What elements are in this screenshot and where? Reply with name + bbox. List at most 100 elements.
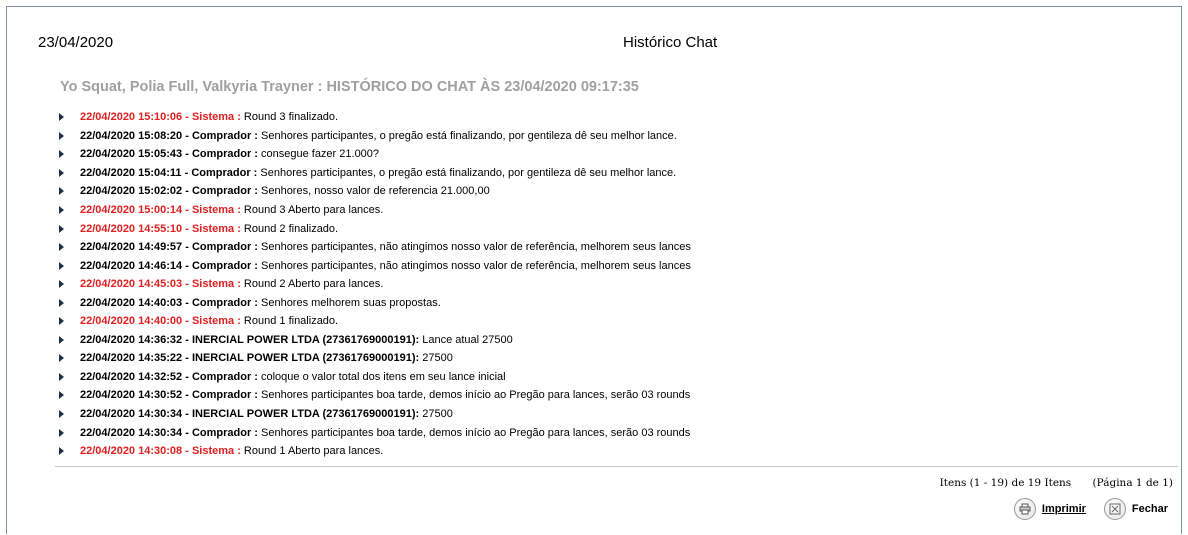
printer-icon xyxy=(1013,498,1036,520)
author-colon: : xyxy=(250,166,261,179)
chat-message: 22/04/2020 14:36:32 - INERCIAL POWER LTD… xyxy=(58,331,691,350)
bullet-arrow-icon xyxy=(59,206,64,214)
message-text: Senhores participantes, o pregão está fi… xyxy=(260,166,677,179)
bullet-arrow-icon xyxy=(59,447,64,456)
separator-dash: - xyxy=(181,166,192,179)
bullet-arrow-icon xyxy=(59,391,64,400)
separator-dash: - xyxy=(182,222,192,235)
message-timestamp: 22/04/2020 14:30:52 xyxy=(80,389,183,402)
author-colon: : xyxy=(251,426,261,439)
message-text: Senhores melhorem suas propostas. xyxy=(261,296,441,309)
message-timestamp: 22/04/2020 14:49:57 xyxy=(80,241,183,254)
chat-message: 22/04/2020 14:30:08 - Sistema : Round 1 … xyxy=(58,442,691,461)
message-text: 27500 xyxy=(422,352,453,365)
message-timestamp: 22/04/2020 14:45:03 xyxy=(80,278,183,291)
separator-dash: - xyxy=(182,185,192,198)
separator-dash: - xyxy=(182,445,192,458)
message-timestamp: 22/04/2020 15:08:20 xyxy=(80,129,183,142)
author-colon: : xyxy=(234,204,244,216)
message-author: Comprador xyxy=(191,185,252,198)
author-colon: : xyxy=(415,408,423,421)
print-button[interactable]: Imprimir xyxy=(1013,498,1086,520)
author-colon: : xyxy=(234,111,244,124)
message-timestamp: 22/04/2020 14:30:34 xyxy=(80,408,183,421)
author-colon: : xyxy=(234,445,244,458)
message-author: Comprador xyxy=(191,370,252,383)
message-timestamp: 22/04/2020 14:40:00 xyxy=(80,315,183,328)
separator-dash: - xyxy=(182,315,192,328)
message-author: Comprador xyxy=(191,148,252,161)
chat-message: 22/04/2020 14:49:57 - Comprador : Senhor… xyxy=(58,238,691,257)
author-colon: : xyxy=(251,129,261,142)
message-text: Round 2 Aberto para lances. xyxy=(243,278,384,291)
message-author: Sistema xyxy=(191,278,235,291)
message-text: consegue fazer 21.000? xyxy=(261,148,380,161)
bullet-arrow-icon xyxy=(59,317,64,326)
chat-message: 22/04/2020 14:30:34 - Comprador : Senhor… xyxy=(58,423,691,442)
separator-dash: - xyxy=(182,333,192,346)
chat-message: 22/04/2020 14:30:34 - INERCIAL POWER LTD… xyxy=(58,405,691,424)
bullet-arrow-icon xyxy=(59,224,64,233)
message-text: Senhores participantes, não atingimos no… xyxy=(261,259,691,272)
message-author: Comprador xyxy=(191,166,251,179)
separator-dash: - xyxy=(182,129,192,142)
message-text: Round 1 finalizado. xyxy=(243,315,339,328)
message-text: Senhores participantes, o pregão está fi… xyxy=(261,129,677,142)
separator-dash: - xyxy=(182,408,192,421)
chat-message-list: 22/04/2020 15:10:06 - Sistema : Round 3 … xyxy=(58,108,691,460)
separator-dash: - xyxy=(182,148,192,161)
separator-dash: - xyxy=(182,241,192,254)
item-count: Itens (1 - 19) de 19 Itens xyxy=(939,477,1072,489)
message-author: Comprador xyxy=(191,259,252,272)
chat-message: 22/04/2020 14:45:03 - Sistema : Round 2 … xyxy=(58,275,691,294)
page-indicator: (Página 1 de 1) xyxy=(1092,477,1173,489)
author-colon: : xyxy=(251,296,261,309)
message-author: Sistema xyxy=(191,204,235,216)
separator-dash: - xyxy=(182,259,192,272)
pagination-info: Itens (1 - 19) de 19 Itens (Página 1 de … xyxy=(940,477,1173,489)
message-author: Comprador xyxy=(191,389,252,402)
bullet-arrow-icon xyxy=(59,187,64,196)
message-timestamp: 22/04/2020 14:36:32 xyxy=(80,333,183,346)
author-colon: : xyxy=(251,370,261,383)
bullet-arrow-icon xyxy=(59,131,64,140)
bullet-arrow-icon xyxy=(59,150,64,159)
message-author: Comprador xyxy=(191,296,252,309)
message-author: Sistema xyxy=(191,222,235,235)
page-title: Histórico Chat xyxy=(623,34,718,51)
message-text: Senhores participantes boa tarde, demos … xyxy=(261,389,691,402)
close-box-icon xyxy=(1103,498,1126,520)
message-text: Senhores, nosso valor de referencia 21.0… xyxy=(261,185,490,198)
message-text: Round 3 Aberto para lances. xyxy=(243,204,384,216)
message-timestamp: 22/04/2020 15:10:06 xyxy=(80,111,183,124)
author-colon: : xyxy=(251,259,261,272)
author-colon: : xyxy=(234,222,244,235)
author-colon: : xyxy=(251,185,261,198)
message-author: Sistema xyxy=(191,315,235,328)
separator-dash: - xyxy=(182,296,192,309)
message-text: Round 2 finalizado. xyxy=(243,222,339,235)
author-colon: : xyxy=(415,333,423,346)
chat-message: 22/04/2020 15:05:43 - Comprador : conseg… xyxy=(58,145,691,164)
author-colon: : xyxy=(251,389,261,402)
close-button[interactable]: Fechar xyxy=(1103,498,1168,520)
message-timestamp: 22/04/2020 14:35:22 xyxy=(80,352,183,365)
message-timestamp: 22/04/2020 15:00:14 xyxy=(80,204,183,216)
bullet-arrow-icon xyxy=(59,335,64,344)
chat-message: 22/04/2020 15:04:11 - Comprador : Senhor… xyxy=(58,164,691,183)
bullet-arrow-icon xyxy=(59,372,64,381)
print-label[interactable]: Imprimir xyxy=(1042,503,1086,515)
chat-message: 22/04/2020 15:00:14 - Sistema : Round 3 … xyxy=(58,201,691,220)
message-timestamp: 22/04/2020 14:30:08 xyxy=(80,445,183,458)
bullet-arrow-icon xyxy=(59,428,64,437)
chat-message: 22/04/2020 15:10:06 - Sistema : Round 3 … xyxy=(58,108,691,127)
separator-dash: - xyxy=(182,111,192,124)
close-label[interactable]: Fechar xyxy=(1132,503,1168,515)
message-author: Comprador xyxy=(191,426,252,439)
bullet-arrow-icon xyxy=(59,354,64,363)
message-timestamp: 22/04/2020 14:46:14 xyxy=(80,259,183,272)
message-author: Sistema xyxy=(191,111,235,124)
chat-message: 22/04/2020 14:35:22 - INERCIAL POWER LTD… xyxy=(58,349,691,368)
message-text: Senhores participantes boa tarde, demos … xyxy=(261,426,691,439)
message-text: Senhores participantes, não atingimos no… xyxy=(261,241,691,254)
